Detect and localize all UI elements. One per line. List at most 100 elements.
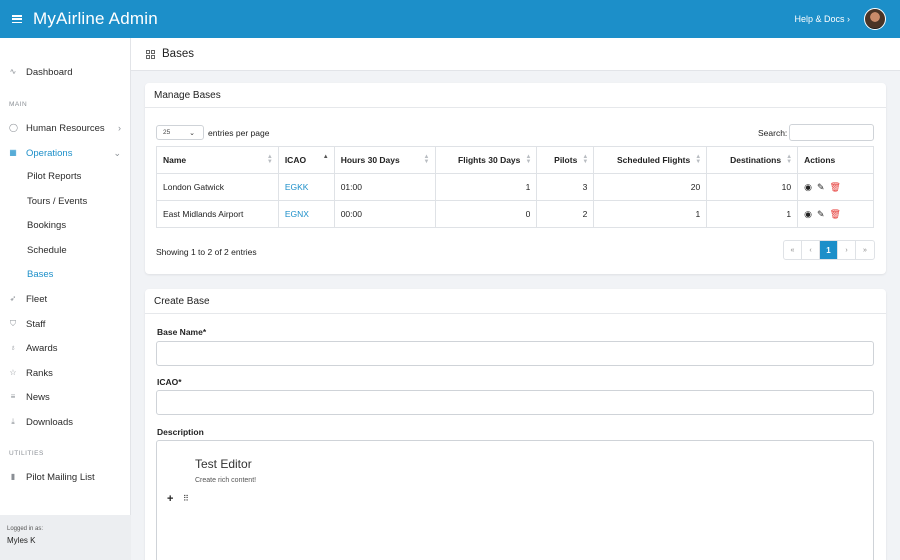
logged-in-panel: Logged in as: Myles K: [0, 515, 131, 560]
description-label: Description: [157, 427, 204, 437]
cell-destinations: 1: [706, 200, 799, 228]
column-header-flights[interactable]: Flights 30 Days ▲ ▼: [434, 146, 538, 174]
per-page-label: entries per page: [208, 128, 270, 138]
showing-entries-text: Showing 1 to 2 of 2 entries: [156, 247, 257, 257]
base-name-input[interactable]: [156, 341, 874, 366]
chevron-down-icon: ⌄: [189, 130, 195, 137]
cell-scheduled: 1: [593, 200, 708, 228]
cell-icao-link[interactable]: EGKK: [277, 173, 335, 201]
page-1-button[interactable]: 1: [820, 241, 838, 259]
cell-icao-link[interactable]: EGNX: [277, 200, 335, 228]
cell-actions: ◉ ✎ 🗑: [797, 200, 874, 228]
sort-icon: ▲ ▼: [786, 154, 793, 165]
add-block-icon[interactable]: +: [167, 493, 173, 505]
column-header-name[interactable]: Name ▲ ▼: [156, 146, 279, 174]
editor-subtitle[interactable]: Create rich content!: [195, 477, 256, 484]
icao-input[interactable]: [156, 390, 874, 415]
sidebar-item-tours-events[interactable]: Tours / Events: [27, 196, 87, 207]
sidebar-item-staff[interactable]: ⛉ Staff: [0, 316, 131, 332]
page-title: Bases: [162, 48, 194, 60]
search-label: Search:: [758, 128, 788, 138]
cell-hours: 00:00: [333, 200, 436, 228]
sidebar-item-label: Operations: [26, 147, 73, 159]
cell-pilots: 3: [536, 173, 595, 201]
avatar[interactable]: [864, 8, 886, 30]
create-base-card: Create Base Base Name* ICAO* Description…: [145, 289, 886, 560]
sidebar: ∿ Dashboard MAIN ◯ Human Resources › ▦ O…: [0, 38, 131, 560]
cell-name: East Midlands Airport: [156, 200, 279, 228]
sidebar-item-pilot-reports[interactable]: Pilot Reports: [27, 171, 81, 182]
pagination: « ‹ 1 › »: [783, 240, 875, 260]
column-header-hours[interactable]: Hours 30 Days ▲ ▼: [333, 146, 436, 174]
view-icon[interactable]: ◉: [804, 209, 812, 219]
column-header-scheduled[interactable]: Scheduled Flights ▲ ▼: [593, 146, 708, 174]
activity-icon: ∿: [9, 67, 17, 76]
sidebar-item-bases[interactable]: Bases: [27, 269, 53, 280]
plane-icon: ➶: [9, 294, 17, 303]
sidebar-item-schedule[interactable]: Schedule: [27, 245, 67, 256]
sidebar-item-ranks[interactable]: ☆ Ranks: [0, 365, 131, 381]
grid-icon: [146, 49, 155, 59]
column-header-destinations[interactable]: Destinations ▲ ▼: [706, 146, 799, 174]
manage-bases-card: Manage Bases 25 ⌄ entries per page Searc…: [145, 83, 886, 274]
award-icon: ♁: [10, 343, 16, 352]
sidebar-item-awards[interactable]: ♁ Awards: [0, 340, 131, 356]
edit-icon[interactable]: ✎: [817, 182, 825, 192]
editor-title[interactable]: Test Editor: [195, 457, 252, 471]
help-docs-link[interactable]: Help & Docs ›: [794, 14, 850, 24]
prev-page-button[interactable]: ‹: [802, 241, 820, 259]
cell-actions: ◉ ✎ 🗑: [797, 173, 874, 201]
per-page-select[interactable]: 25 ⌄: [156, 125, 204, 140]
sort-icon: ▲ ▼: [695, 154, 702, 165]
bar-chart-icon: ▮: [10, 472, 16, 481]
card-title: Manage Bases: [145, 83, 886, 108]
delete-icon[interactable]: 🗑: [830, 209, 841, 219]
sidebar-item-label: Fleet: [26, 293, 48, 305]
column-header-pilots[interactable]: Pilots ▲ ▼: [536, 146, 595, 174]
sidebar-item-pilot-mailing-list[interactable]: ▮ Pilot Mailing List: [0, 469, 131, 485]
sidebar-item-bookings[interactable]: Bookings: [27, 220, 66, 231]
sidebar-item-label: Downloads: [26, 416, 73, 428]
section-main-label: MAIN: [9, 101, 28, 108]
cell-destinations: 10: [706, 173, 799, 201]
sidebar-item-dashboard[interactable]: ∿ Dashboard: [0, 64, 131, 80]
app-title[interactable]: MyAirline Admin: [33, 9, 158, 29]
sidebar-item-human-resources[interactable]: ◯ Human Resources ›: [0, 120, 131, 136]
star-icon: ☆: [9, 368, 17, 377]
cell-pilots: 2: [536, 200, 595, 228]
cell-scheduled: 20: [593, 173, 708, 201]
cell-flights: 0: [434, 200, 538, 228]
lines-icon: ≡: [10, 392, 16, 401]
sort-icon: ▲ ▼: [525, 154, 532, 165]
sidebar-item-operations[interactable]: ▦ Operations ⌄: [0, 145, 131, 161]
sidebar-item-fleet[interactable]: ➶ Fleet: [0, 291, 131, 307]
column-header-icao[interactable]: ICAO ▲: [277, 146, 335, 174]
sidebar-item-news[interactable]: ≡ News: [0, 389, 131, 405]
search-input[interactable]: [789, 124, 874, 141]
chevron-right-icon: ›: [118, 123, 121, 133]
sidebar-item-label: News: [26, 391, 50, 403]
sidebar-item-label: Human Resources: [26, 122, 105, 134]
view-icon[interactable]: ◉: [804, 182, 812, 192]
delete-icon[interactable]: 🗑: [830, 182, 841, 192]
drag-handle-icon[interactable]: ⠿: [183, 494, 189, 503]
chevron-down-icon: ⌄: [113, 147, 121, 158]
column-header-actions: Actions: [797, 146, 874, 174]
logged-in-label: Logged in as:: [7, 526, 44, 532]
next-page-button[interactable]: ›: [838, 241, 856, 259]
base-name-label: Base Name*: [157, 327, 207, 337]
menu-icon[interactable]: [12, 15, 22, 23]
edit-icon[interactable]: ✎: [817, 209, 825, 219]
description-editor[interactable]: Test Editor Create rich content! + ⠿: [156, 440, 874, 560]
logged-in-user: Myles K: [7, 536, 36, 545]
sidebar-item-label: Dashboard: [26, 66, 73, 78]
user-icon: ◯: [9, 123, 18, 132]
sort-icon: ▲ ▼: [266, 154, 273, 165]
last-page-button[interactable]: »: [856, 241, 874, 259]
sidebar-item-downloads[interactable]: ⤓ Downloads: [0, 414, 131, 430]
card-title: Create Base: [145, 289, 886, 314]
cell-name: London Gatwick: [156, 173, 279, 201]
first-page-button[interactable]: «: [784, 241, 802, 259]
table-header-row: Name ▲ ▼ ICAO ▲ Hours 30 Days ▲ ▼ Flights 30 …: [156, 146, 874, 174]
shield-icon: ⛉: [10, 319, 16, 328]
